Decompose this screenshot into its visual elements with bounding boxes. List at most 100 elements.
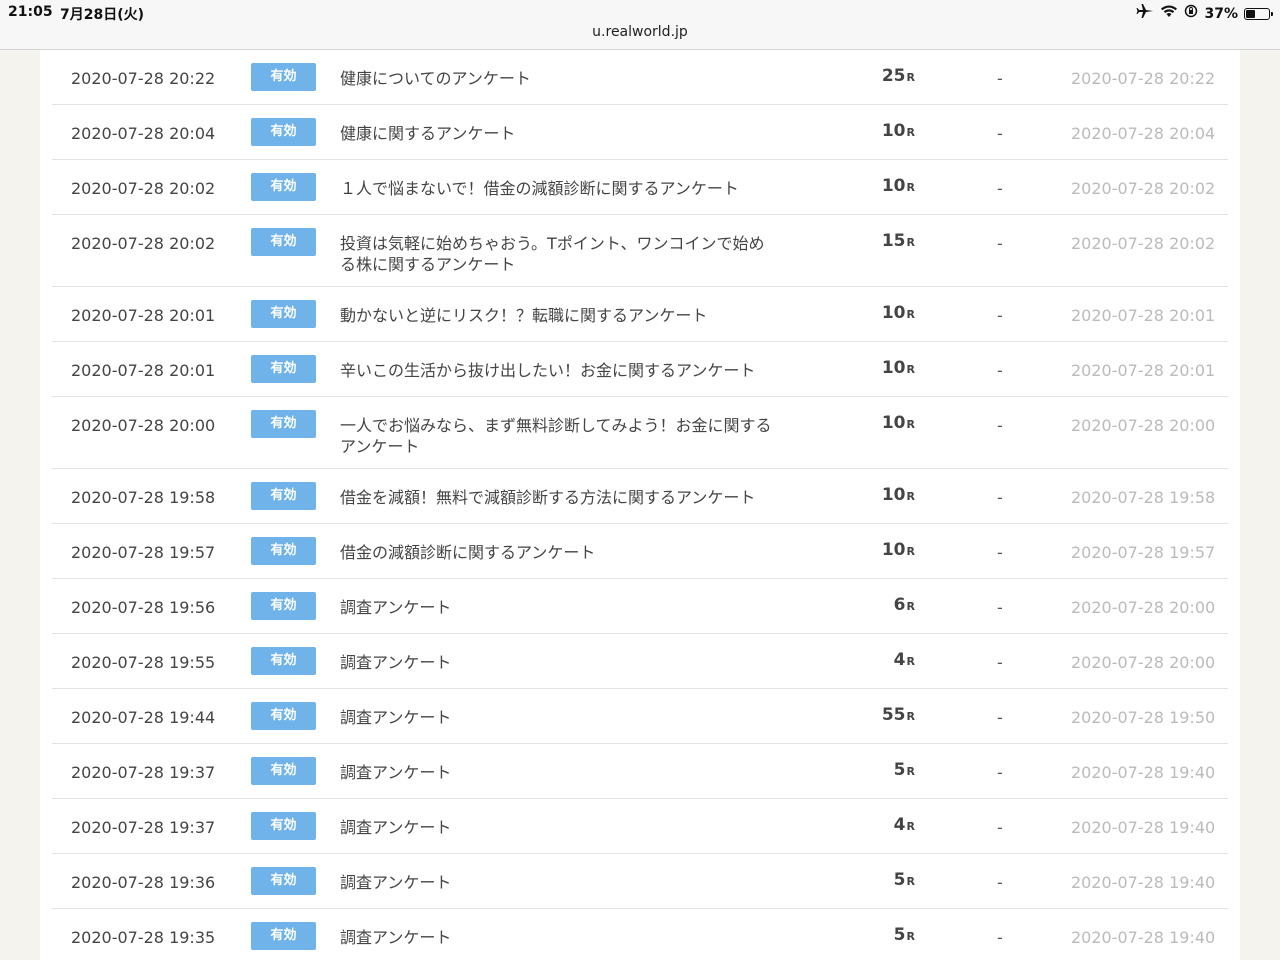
status-badge: 有効 bbox=[251, 482, 316, 510]
table-row: 2020-07-28 20:01 有効 辛いこの生活から抜け出したい！お金に関するア… bbox=[52, 342, 1228, 397]
points-value: 10R bbox=[832, 358, 915, 380]
answer-date: 2020-07-28 20:01 bbox=[71, 361, 216, 380]
answer-date: 2020-07-28 20:00 bbox=[71, 416, 216, 435]
points-value: 5R bbox=[832, 760, 915, 782]
grant-placeholder: - bbox=[997, 598, 1003, 617]
points-value: 5R bbox=[832, 925, 915, 947]
table-row: 2020-07-28 19:37 有効 調査アンケート 5R - 2020-07-28 1… bbox=[52, 744, 1228, 799]
table-row: 2020-07-28 19:57 有効 借金の減額診断に関するアンケート 10R - 20… bbox=[52, 524, 1228, 579]
grant-placeholder: - bbox=[997, 124, 1003, 143]
points-value: 4R bbox=[832, 650, 915, 672]
points-value: 10R bbox=[832, 303, 915, 325]
points-number: 10 bbox=[881, 540, 906, 560]
grant-placeholder: - bbox=[997, 179, 1003, 198]
status-badge: 有効 bbox=[251, 173, 316, 201]
status-badge: 有効 bbox=[251, 592, 316, 620]
points-unit: R bbox=[906, 875, 915, 888]
status-badge: 有効 bbox=[251, 702, 316, 730]
survey-title: 調査アンケート bbox=[340, 818, 452, 837]
points-value: 6R bbox=[832, 595, 915, 617]
points-unit: R bbox=[906, 126, 915, 139]
survey-title: 健康に関するアンケート bbox=[340, 124, 516, 143]
grant-placeholder: - bbox=[997, 234, 1003, 253]
table-row: 2020-07-28 20:04 有効 健康に関するアンケート 10R - 2020-07… bbox=[52, 105, 1228, 160]
grant-placeholder: - bbox=[997, 416, 1003, 435]
status-time: 21:05 bbox=[8, 4, 53, 20]
points-unit: R bbox=[906, 181, 915, 194]
confirmed-date: 2020-07-28 19:40 bbox=[1071, 818, 1216, 837]
points-unit: R bbox=[906, 655, 915, 668]
table-row: 2020-07-28 19:44 有効 調査アンケート 55R - 2020-07-28 … bbox=[52, 689, 1228, 744]
points-unit: R bbox=[906, 820, 915, 833]
status-badge: 有効 bbox=[251, 228, 316, 256]
status-badge: 有効 bbox=[251, 867, 316, 895]
confirmed-date: 2020-07-28 19:40 bbox=[1071, 928, 1216, 947]
points-unit: R bbox=[906, 765, 915, 778]
answer-date: 2020-07-28 20:04 bbox=[71, 124, 216, 143]
battery-percent: 37% bbox=[1204, 5, 1238, 22]
confirmed-date: 2020-07-28 20:01 bbox=[1071, 361, 1216, 380]
points-unit: R bbox=[906, 490, 915, 503]
confirmed-date: 2020-07-28 19:58 bbox=[1071, 488, 1216, 507]
status-badge: 有効 bbox=[251, 537, 316, 565]
points-unit: R bbox=[906, 308, 915, 321]
answer-date: 2020-07-28 20:02 bbox=[71, 234, 216, 253]
answer-date: 2020-07-28 19:36 bbox=[71, 873, 216, 892]
points-unit: R bbox=[906, 363, 915, 376]
points-number: 10 bbox=[881, 358, 906, 378]
points-value: 10R bbox=[832, 121, 915, 143]
confirmed-date: 2020-07-28 19:57 bbox=[1071, 543, 1216, 562]
confirmed-date: 2020-07-28 20:01 bbox=[1071, 306, 1216, 325]
confirmed-date: 2020-07-28 20:02 bbox=[1071, 179, 1216, 198]
answer-date: 2020-07-28 19:55 bbox=[71, 653, 216, 672]
points-value: 10R bbox=[832, 485, 915, 507]
survey-title: 投資は気軽に始めちゃおう。Tポイント、ワンコインで始める株に関するアンケート bbox=[340, 234, 765, 274]
airplane-icon bbox=[1136, 3, 1154, 24]
points-unit: R bbox=[906, 600, 915, 613]
points-number: 10 bbox=[881, 303, 906, 323]
confirmed-date: 2020-07-28 19:40 bbox=[1071, 873, 1216, 892]
battery-level bbox=[1246, 9, 1255, 18]
status-badge: 有効 bbox=[251, 647, 316, 675]
confirmed-date: 2020-07-28 20:00 bbox=[1071, 416, 1216, 435]
grant-placeholder: - bbox=[997, 708, 1003, 727]
survey-title: 調査アンケート bbox=[340, 928, 452, 947]
table-row: 2020-07-28 20:00 有効 一人でお悩みなら、まず無料診断してみよう！お… bbox=[52, 397, 1228, 469]
answer-date: 2020-07-28 19:35 bbox=[71, 928, 216, 947]
points-unit: R bbox=[906, 710, 915, 723]
history-page: 2020-07-28 20:22 有効 健康についてのアンケート 25R -2020-0… bbox=[40, 50, 1240, 960]
table-row: 2020-07-28 20:22 有効 健康についてのアンケート 25R - 2020-0… bbox=[52, 50, 1228, 105]
survey-title: 借金を減額！無料で減額診断する方法に関するアンケート bbox=[340, 488, 756, 507]
table-row: 2020-07-28 19:35 有効 調査アンケート 5R - 2020-07-28 1… bbox=[52, 909, 1228, 960]
wifi-icon bbox=[1160, 4, 1178, 23]
orientation-lock-icon bbox=[1184, 4, 1198, 23]
answer-date: 2020-07-28 20:02 bbox=[71, 179, 216, 198]
grant-placeholder: - bbox=[997, 543, 1003, 562]
survey-title: 辛いこの生活から抜け出したい！お金に関するアンケート bbox=[340, 361, 756, 380]
points-value: 55R bbox=[832, 705, 915, 727]
points-unit: R bbox=[906, 545, 915, 558]
points-number: 4 bbox=[893, 650, 906, 670]
points-value: 10R bbox=[832, 176, 915, 198]
answer-date: 2020-07-28 19:58 bbox=[71, 488, 216, 507]
points-value: 25R bbox=[832, 66, 915, 88]
table-row: 2020-07-28 19:37 有効 調査アンケート 4R - 2020-07-28 1… bbox=[52, 799, 1228, 854]
answer-date: 2020-07-28 20:01 bbox=[71, 306, 216, 325]
grant-placeholder: - bbox=[997, 69, 1003, 88]
table-row: 2020-07-28 20:02 有効 投資は気軽に始めちゃおう。Tポイント、ワンコ… bbox=[52, 215, 1228, 287]
battery-icon bbox=[1244, 7, 1273, 20]
points-value: 5R bbox=[832, 870, 915, 892]
grant-placeholder: - bbox=[997, 361, 1003, 380]
status-badge: 有効 bbox=[251, 118, 316, 146]
points-number: 4 bbox=[893, 815, 906, 835]
points-value: 15R bbox=[832, 231, 915, 253]
points-number: 25 bbox=[881, 66, 906, 86]
survey-title: 調査アンケート bbox=[340, 708, 452, 727]
survey-title: 一人でお悩みなら、まず無料診断してみよう！お金に関するアンケート bbox=[340, 416, 772, 456]
address-bar-url[interactable]: u.realworld.jp bbox=[0, 24, 1280, 40]
status-bar: 21:05 7月28日(火) u.realworld.jp 37% bbox=[0, 0, 1280, 50]
grant-placeholder: - bbox=[997, 653, 1003, 672]
confirmed-date: 2020-07-28 19:40 bbox=[1071, 763, 1216, 782]
points-number: 55 bbox=[881, 705, 906, 725]
status-indicators: 37% bbox=[1136, 3, 1273, 24]
